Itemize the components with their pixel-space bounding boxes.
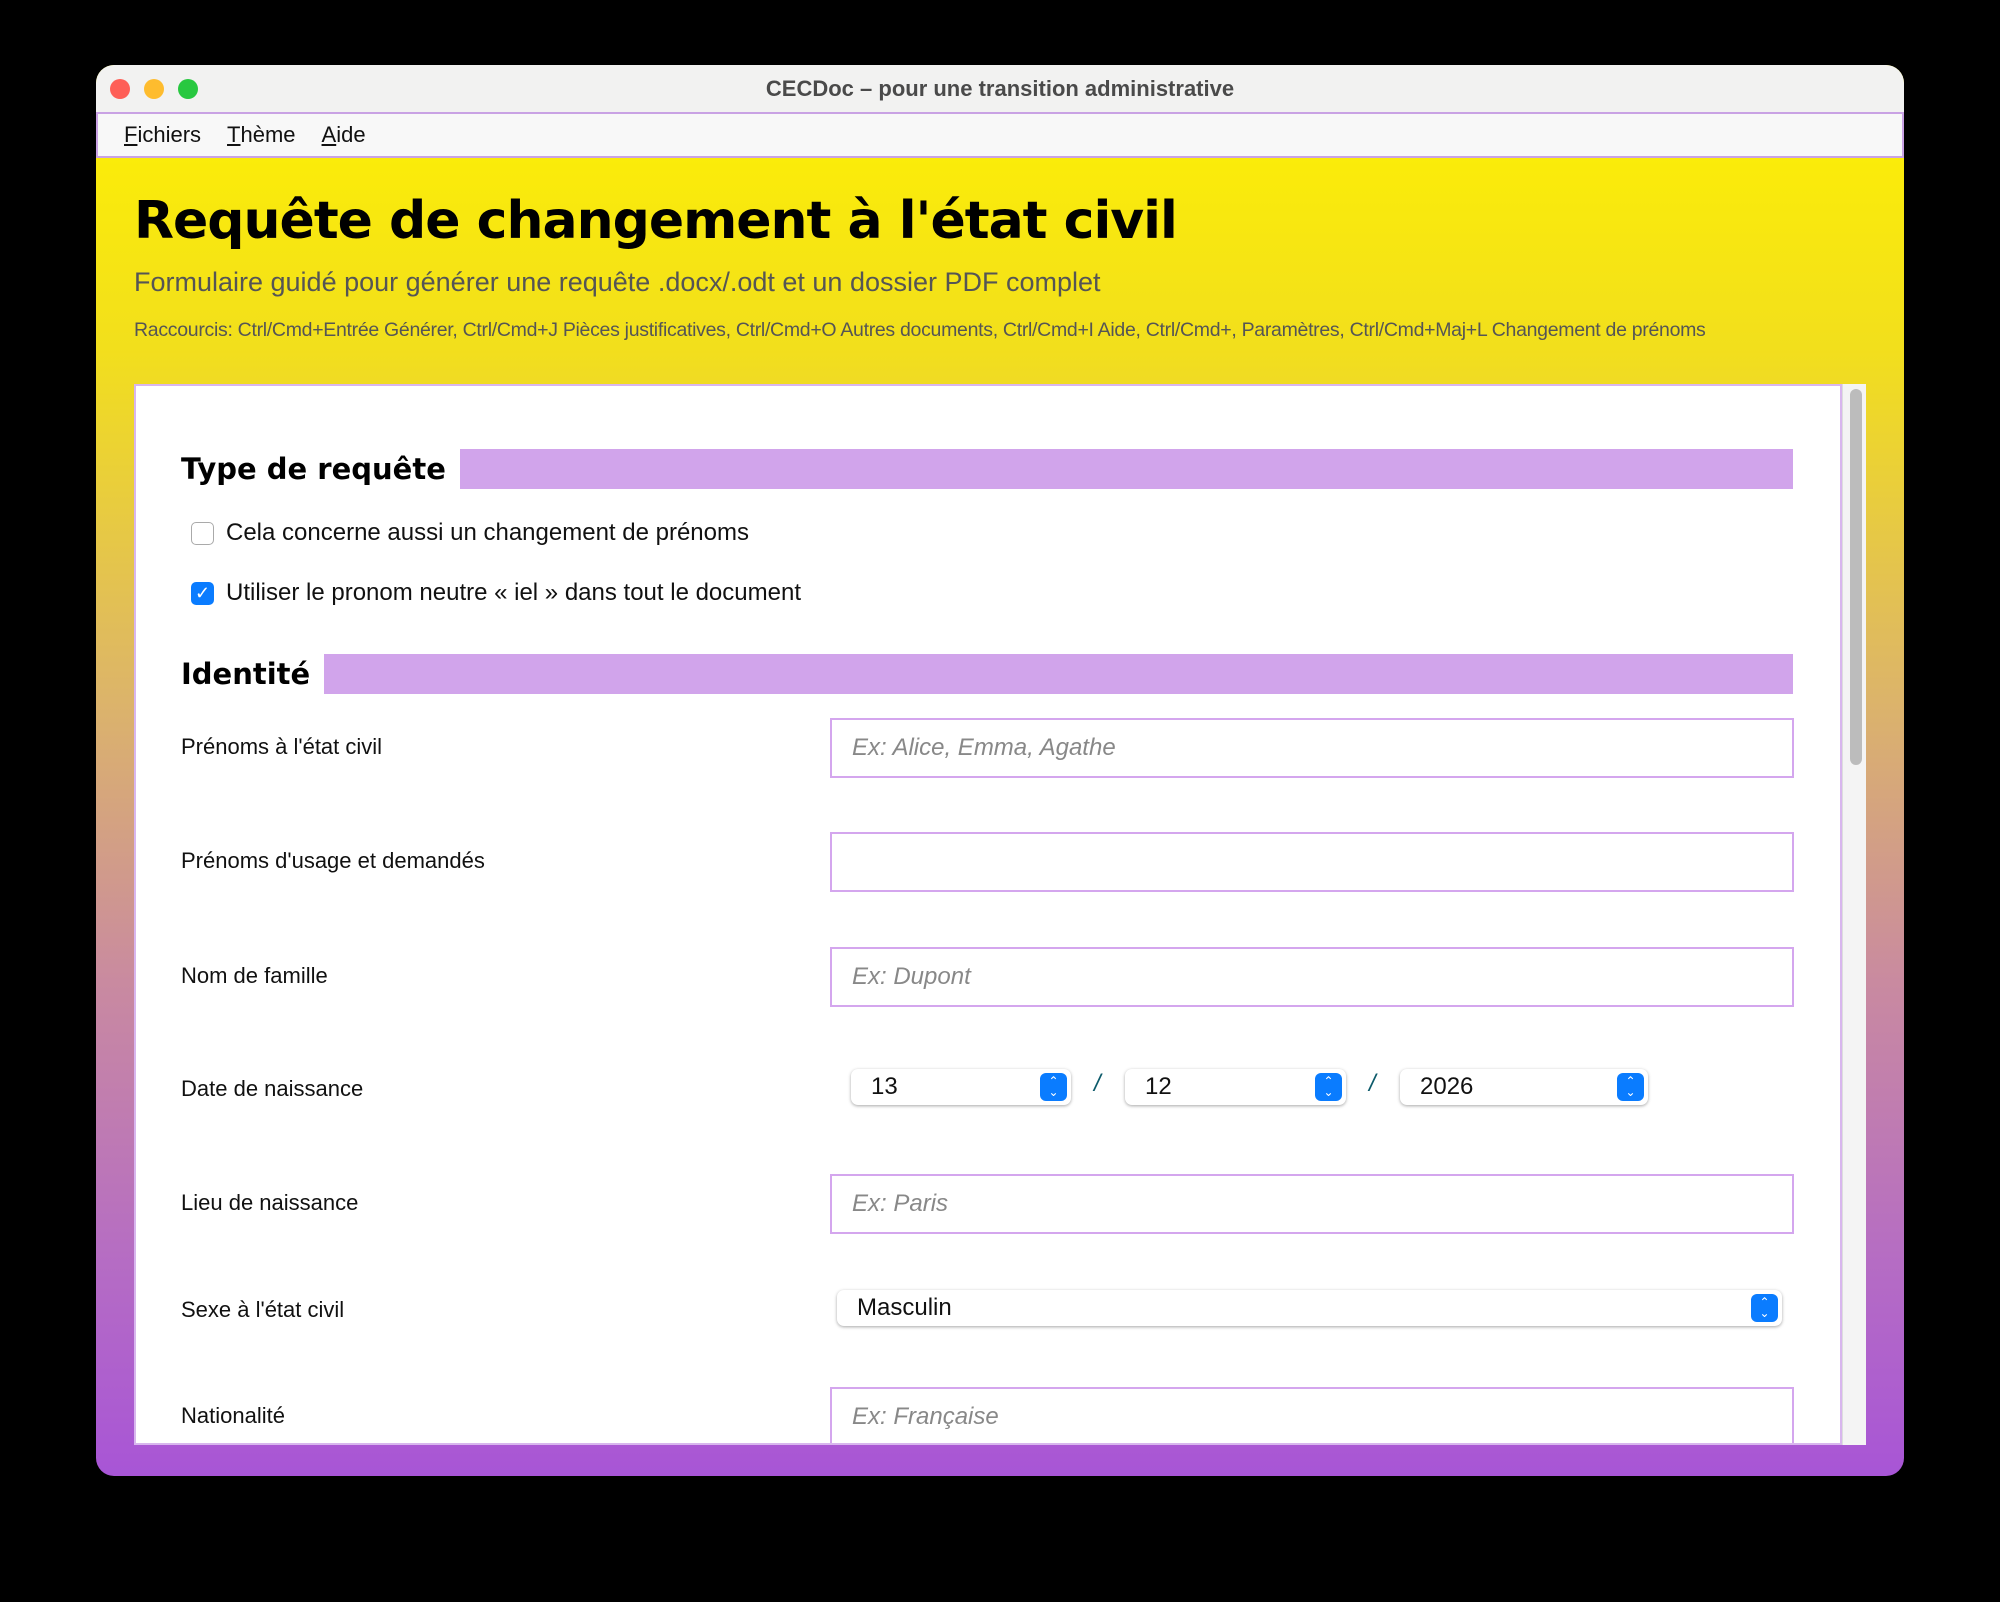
scrollbar-thumb[interactable] — [1850, 389, 1862, 765]
nationalite-input[interactable]: Ex: Française — [830, 1387, 1794, 1443]
stepper-arrows-icon: ⌃ ⌄ — [1315, 1073, 1342, 1101]
label-prenoms-civil: Prénoms à l'état civil — [181, 734, 383, 759]
checkbox-pronom-neutre[interactable]: ✓ Utiliser le pronom neutre « iel » dans … — [191, 579, 801, 607]
date-separator: / — [1369, 1070, 1376, 1097]
checkbox[interactable] — [191, 521, 214, 545]
label-sexe: Sexe à l'état civil — [181, 1297, 345, 1322]
section-identite: Identité — [181, 654, 1793, 694]
prenoms-civil-input[interactable]: Ex: Alice, Emma, Agathe — [830, 718, 1794, 778]
stepper-arrows-icon: ⌃ ⌄ — [1040, 1073, 1067, 1101]
title-bar: CECDoc – pour une transition administrat… — [96, 65, 1904, 112]
scrollbar[interactable] — [1842, 384, 1866, 1445]
window-title: CECDoc – pour une transition administrat… — [765, 75, 1235, 101]
date-separator: / — [1094, 1070, 1101, 1097]
section-bar — [459, 449, 1793, 489]
minimize-button[interactable] — [144, 79, 164, 99]
prenoms-usage-input[interactable] — [830, 832, 1794, 892]
lieu-naissance-input[interactable]: Ex: Paris — [830, 1174, 1794, 1234]
section-type-requete: Type de requête — [181, 449, 1793, 489]
year-value: 2026 — [1420, 1073, 1474, 1100]
menu-aide[interactable]: Aide — [322, 122, 366, 148]
sexe-select[interactable]: Masculin ⌃ ⌄ — [837, 1290, 1782, 1326]
day-value: 13 — [871, 1073, 898, 1100]
checkbox-changement-prenoms[interactable]: Cela concerne aussi un changement de pré… — [191, 519, 749, 547]
sexe-value: Masculin — [857, 1294, 952, 1321]
checkbox-checked[interactable]: ✓ — [191, 581, 214, 605]
year-select[interactable]: 2026 ⌃ ⌄ — [1400, 1069, 1648, 1105]
stepper-arrows-icon: ⌃ ⌄ — [1751, 1294, 1778, 1322]
label-nationalite: Nationalité — [181, 1403, 285, 1428]
section-title: Type de requête — [181, 452, 446, 486]
page-title: Requête de changement à l'état civil — [134, 191, 1178, 251]
shortcuts-hint: Raccourcis: Ctrl/Cmd+Entrée Générer, Ctr… — [134, 319, 1706, 341]
month-value: 12 — [1145, 1073, 1172, 1100]
nom-input[interactable]: Ex: Dupont — [830, 947, 1794, 1007]
checkbox-label: Utiliser le pronom neutre « iel » dans t… — [226, 579, 801, 606]
section-title: Identité — [181, 657, 311, 691]
label-lieu-naissance: Lieu de naissance — [181, 1190, 359, 1215]
month-select[interactable]: 12 ⌃ ⌄ — [1125, 1069, 1346, 1105]
close-button[interactable] — [110, 79, 130, 99]
menu-fichiers[interactable]: Fichiers — [124, 122, 201, 148]
zoom-button[interactable] — [178, 79, 198, 99]
day-select[interactable]: 13 ⌃ ⌄ — [851, 1069, 1071, 1105]
checkbox-label: Cela concerne aussi un changement de pré… — [226, 519, 749, 546]
page-subtitle: Formulaire guidé pour générer une requêt… — [134, 267, 1101, 297]
stepper-arrows-icon: ⌃ ⌄ — [1617, 1073, 1644, 1101]
form-panel: Type de requête Cela concerne aussi un c… — [134, 384, 1842, 1445]
section-bar — [324, 654, 1793, 694]
label-date-naissance: Date de naissance — [181, 1076, 364, 1101]
label-nom: Nom de famille — [181, 963, 328, 988]
menu-theme[interactable]: Thème — [227, 122, 296, 148]
menu-bar: Fichiers Thème Aide — [96, 112, 1904, 158]
app-window: CECDoc – pour une transition administrat… — [96, 65, 1904, 1476]
label-prenoms-usage: Prénoms d'usage et demandés — [181, 848, 485, 873]
